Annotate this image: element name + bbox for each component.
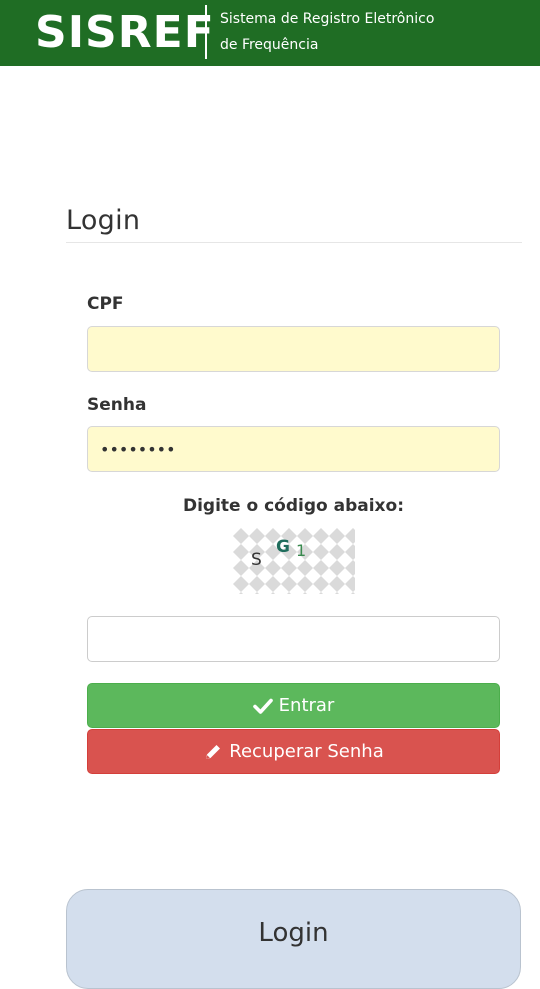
sisref-logo[interactable]: SISREF — [35, 6, 215, 60]
app-header: SISREF Sistema de Registro Eletrônico de… — [0, 0, 540, 66]
cpf-label: CPF — [87, 294, 124, 314]
logo-divider — [205, 5, 207, 59]
captcha-input[interactable] — [87, 616, 500, 662]
bottom-login-card[interactable]: Login — [66, 889, 521, 989]
captcha-char-2: G — [276, 537, 290, 557]
captcha-label: Digite o código abaixo: — [182, 496, 404, 516]
senha-input[interactable] — [87, 426, 500, 472]
captcha-char-1: S — [251, 550, 262, 570]
recover-password-button[interactable]: Recuperar Senha — [87, 729, 500, 774]
app-subtitle-line1: Sistema de Registro Eletrônico — [220, 11, 435, 27]
title-divider — [66, 242, 522, 243]
pencil-icon — [206, 744, 221, 759]
check-icon — [252, 698, 273, 714]
app-subtitle-line2: de Frequência — [220, 37, 319, 53]
enter-button-label: Entrar — [278, 695, 335, 716]
recover-button-label: Recuperar Senha — [229, 741, 384, 762]
login-title: Login — [66, 205, 141, 236]
enter-button[interactable]: Entrar — [87, 683, 500, 728]
captcha-image: S G 1 — [233, 528, 355, 594]
app-subtitle: Sistema de Registro Eletrônico de Frequê… — [220, 6, 434, 58]
senha-label: Senha — [87, 395, 147, 415]
captcha-char-3: 1 — [296, 541, 306, 560]
cpf-input[interactable] — [87, 326, 500, 372]
bottom-card-title: Login — [258, 918, 329, 948]
